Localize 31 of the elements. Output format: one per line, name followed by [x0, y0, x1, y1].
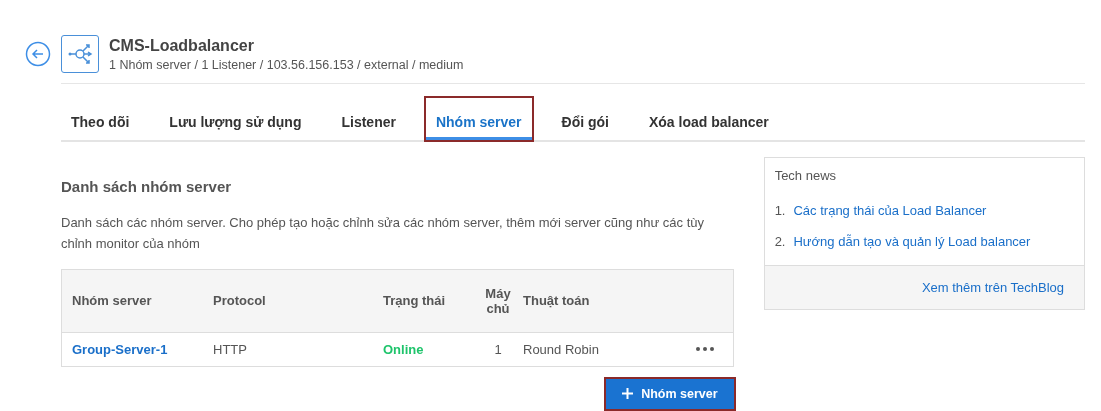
- list-number: 1.: [774, 203, 786, 218]
- tab[interactable]: Theo dõi: [61, 98, 140, 140]
- list-number: 2.: [774, 234, 786, 249]
- tab[interactable]: Nhóm server: [425, 98, 532, 140]
- tab[interactable]: Xóa load balancer: [638, 98, 779, 140]
- column-header: Máy chủ: [484, 285, 512, 316]
- page-title: CMS-Loadbalancer: [109, 36, 255, 55]
- news-link[interactable]: Hướng dẫn tạo và quản lý Load balancer: [793, 234, 1031, 249]
- column-header: Protocol: [213, 293, 267, 309]
- group-link[interactable]: Group-Server-1: [72, 342, 168, 358]
- tab[interactable]: Đổi gói: [551, 98, 619, 140]
- more-icon[interactable]: [694, 346, 715, 353]
- back-icon[interactable]: [25, 41, 51, 67]
- tab[interactable]: Lưu lượng sử dụng: [159, 98, 312, 140]
- table-cell-text: HTTP: [213, 341, 248, 357]
- section-description: Danh sách các nhóm server. Cho phép tạo hoặc chỉnh sửa các nhóm server, thêm mới server cũng như các tùy chỉnh monitor của nhóm: [61, 214, 706, 253]
- status-text: Online: [383, 341, 425, 357]
- section-title: Danh sách nhóm server: [61, 178, 233, 195]
- panel-title: Tech news: [773, 167, 838, 185]
- news-link[interactable]: Các trạng thái của Load Balancer: [793, 203, 987, 218]
- tab[interactable]: Listener: [331, 98, 406, 140]
- techblog-link[interactable]: Xem thêm trên TechBlog: [921, 280, 1064, 295]
- plus-icon: [622, 388, 634, 400]
- add-group-button[interactable]: Nhóm server: [606, 378, 734, 409]
- table-cell-text: Round Robin: [523, 341, 600, 357]
- column-header: Thuật toán: [523, 293, 591, 309]
- column-header: Nhóm server: [72, 293, 153, 309]
- page-subtitle: 1 Nhóm server / 1 Listener / 103.56.156.153 / external / medium: [109, 57, 464, 72]
- table-cell-text: 1: [493, 341, 503, 357]
- load-balancer-icon: [61, 35, 99, 73]
- column-header: Trạng thái: [383, 293, 447, 309]
